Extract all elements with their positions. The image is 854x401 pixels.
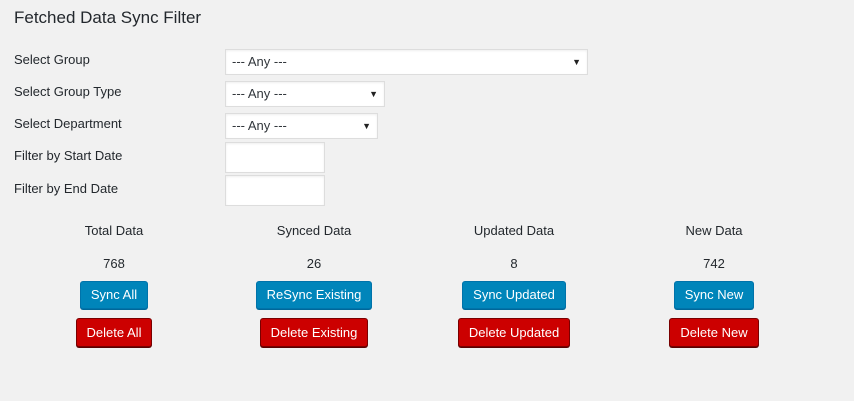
select-group-dropdown[interactable]: --- Any --- ▼	[225, 49, 588, 75]
stat-updated-title: Updated Data	[473, 223, 555, 238]
select-department-dropdown[interactable]: --- Any --- ▼	[225, 113, 378, 139]
select-group-type-label: Select Group Type	[14, 84, 122, 99]
delete-existing-button[interactable]: Delete Existing	[259, 318, 369, 347]
page-title: Fetched Data Sync Filter	[14, 8, 202, 27]
stat-total: Total Data 768 Sync All Delete All	[24, 222, 204, 347]
stat-new: New Data 742 Sync New Delete New	[624, 222, 804, 347]
select-department-value: --- Any ---	[232, 118, 287, 133]
select-group-label: Select Group	[14, 52, 90, 67]
stat-new-value: 742	[703, 256, 725, 271]
chevron-down-icon: ▼	[572, 57, 581, 67]
sync-new-button[interactable]: Sync New	[673, 281, 755, 309]
stat-synced-value: 26	[306, 256, 322, 271]
end-date-label: Filter by End Date	[14, 181, 119, 196]
start-date-input[interactable]	[225, 142, 325, 173]
start-date-label: Filter by Start Date	[14, 148, 123, 163]
stat-total-value: 768	[103, 256, 125, 271]
delete-updated-button[interactable]: Delete Updated	[457, 318, 571, 347]
end-date-input[interactable]	[225, 175, 325, 206]
resync-existing-button[interactable]: ReSync Existing	[255, 281, 373, 309]
select-department-label: Select Department	[14, 116, 122, 131]
stat-total-title: Total Data	[84, 223, 144, 238]
chevron-down-icon: ▼	[362, 121, 371, 131]
sync-updated-button[interactable]: Sync Updated	[462, 281, 566, 309]
delete-new-button[interactable]: Delete New	[669, 318, 759, 347]
select-group-type-value: --- Any ---	[232, 86, 287, 101]
stat-updated: Updated Data 8 Sync Updated Delete Updat…	[424, 222, 604, 347]
select-group-value: --- Any ---	[232, 54, 287, 69]
stat-synced-title: Synced Data	[276, 223, 352, 238]
sync-all-button[interactable]: Sync All	[79, 281, 149, 309]
delete-all-button[interactable]: Delete All	[75, 318, 153, 347]
stat-updated-value: 8	[510, 256, 518, 271]
stat-synced: Synced Data 26 ReSync Existing Delete Ex…	[224, 222, 404, 347]
chevron-down-icon: ▼	[369, 89, 378, 99]
select-group-type-dropdown[interactable]: --- Any --- ▼	[225, 81, 385, 107]
stat-new-title: New Data	[685, 223, 743, 238]
